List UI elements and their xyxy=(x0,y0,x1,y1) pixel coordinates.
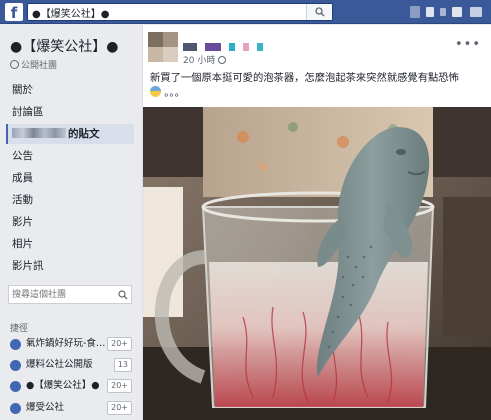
nav-link-blurred[interactable] xyxy=(452,7,462,17)
shortcut-label: 爆受公社 xyxy=(26,402,65,413)
group-icon xyxy=(10,403,21,414)
notification-badge: 20+ xyxy=(107,337,132,351)
search-icon xyxy=(118,290,128,300)
search-icon xyxy=(315,7,325,17)
sidebar-item-events[interactable]: 活動 xyxy=(6,190,134,210)
group-sidebar: ●【爆笑公社】● 公開社團 關於 討論區 的貼文 公告 成員 活動 影片 相片 … xyxy=(0,25,138,420)
privacy-label: 公開社團 xyxy=(10,58,57,71)
sidebar-item-label: 的貼文 xyxy=(68,128,100,140)
group-search-button[interactable] xyxy=(115,286,131,303)
shortcut-label: ●【爆笑公社】● xyxy=(26,380,100,391)
shortcut-item[interactable]: 氣炸鍋好好玩-食… 20+ xyxy=(8,335,134,353)
shortcut-item[interactable]: 爆受公社 20+ xyxy=(8,399,134,417)
profile-name-blurred[interactable] xyxy=(426,7,434,17)
globe-icon xyxy=(10,60,19,69)
shortcut-label: 氣炸鍋好好玩-食… xyxy=(26,338,106,349)
author-avatar[interactable] xyxy=(148,32,178,62)
profile-name-blurred-2 xyxy=(440,8,446,16)
search-input[interactable] xyxy=(32,4,306,20)
group-icon xyxy=(10,360,21,371)
post-options-button[interactable]: ••• xyxy=(455,37,481,52)
sidebar-item-video-news[interactable]: 影片訊 xyxy=(6,256,134,276)
group-search-box[interactable] xyxy=(8,285,132,304)
group-search-input[interactable] xyxy=(12,287,112,302)
sidebar-item-members[interactable]: 成員 xyxy=(6,168,134,188)
notification-badge: 13 xyxy=(113,358,132,372)
facebook-logo-icon[interactable]: f xyxy=(5,3,23,22)
sidebar-item-photos[interactable]: 相片 xyxy=(6,234,134,254)
post-timestamp[interactable]: 20 小時 xyxy=(183,53,227,66)
author-name-blurred[interactable] xyxy=(183,36,264,51)
globe-icon xyxy=(218,56,227,64)
post-message: 新買了一個原本挺可愛的泡茶器，怎麼泡起茶來突然就感覺有點恐怖 。。。 xyxy=(150,72,459,99)
shortcuts-heading: 捷徑 xyxy=(10,324,29,334)
shortcut-item[interactable]: 爆料公社公開版 13 xyxy=(8,356,134,374)
group-icon xyxy=(10,339,21,350)
sidebar-item-about[interactable]: 關於 xyxy=(6,80,134,100)
group-icon xyxy=(10,381,21,392)
post-photo[interactable] xyxy=(143,107,491,420)
sidebar-item-videos[interactable]: 影片 xyxy=(6,212,134,232)
shortcut-item[interactable]: ●【爆笑公社】● 20+ xyxy=(8,377,134,395)
nav-link-blurred-2[interactable] xyxy=(470,7,482,17)
sidebar-item-posts[interactable]: 的貼文 xyxy=(6,124,134,144)
shortcut-label: 爆料公社公開版 xyxy=(26,359,93,370)
search-bar[interactable] xyxy=(27,3,333,21)
fearful-face-icon xyxy=(150,86,161,97)
blurred-name xyxy=(12,128,66,138)
top-navigation-bar: f xyxy=(0,0,491,24)
post-card: 20 小時 ••• 新買了一個原本挺可愛的泡茶器，怎麼泡起茶來突然就感覺有點恐怖… xyxy=(142,25,491,420)
profile-avatar-blurred[interactable] xyxy=(410,6,420,18)
search-button[interactable] xyxy=(306,4,332,20)
notification-badge: 20+ xyxy=(107,379,132,393)
notification-badge: 20+ xyxy=(107,401,132,415)
manatee-tea-infuser-photo xyxy=(143,107,491,420)
sidebar-item-announcements[interactable]: 公告 xyxy=(6,146,134,166)
group-name[interactable]: ●【爆笑公社】● xyxy=(10,36,118,56)
sidebar-item-discussion[interactable]: 討論區 xyxy=(6,102,134,122)
